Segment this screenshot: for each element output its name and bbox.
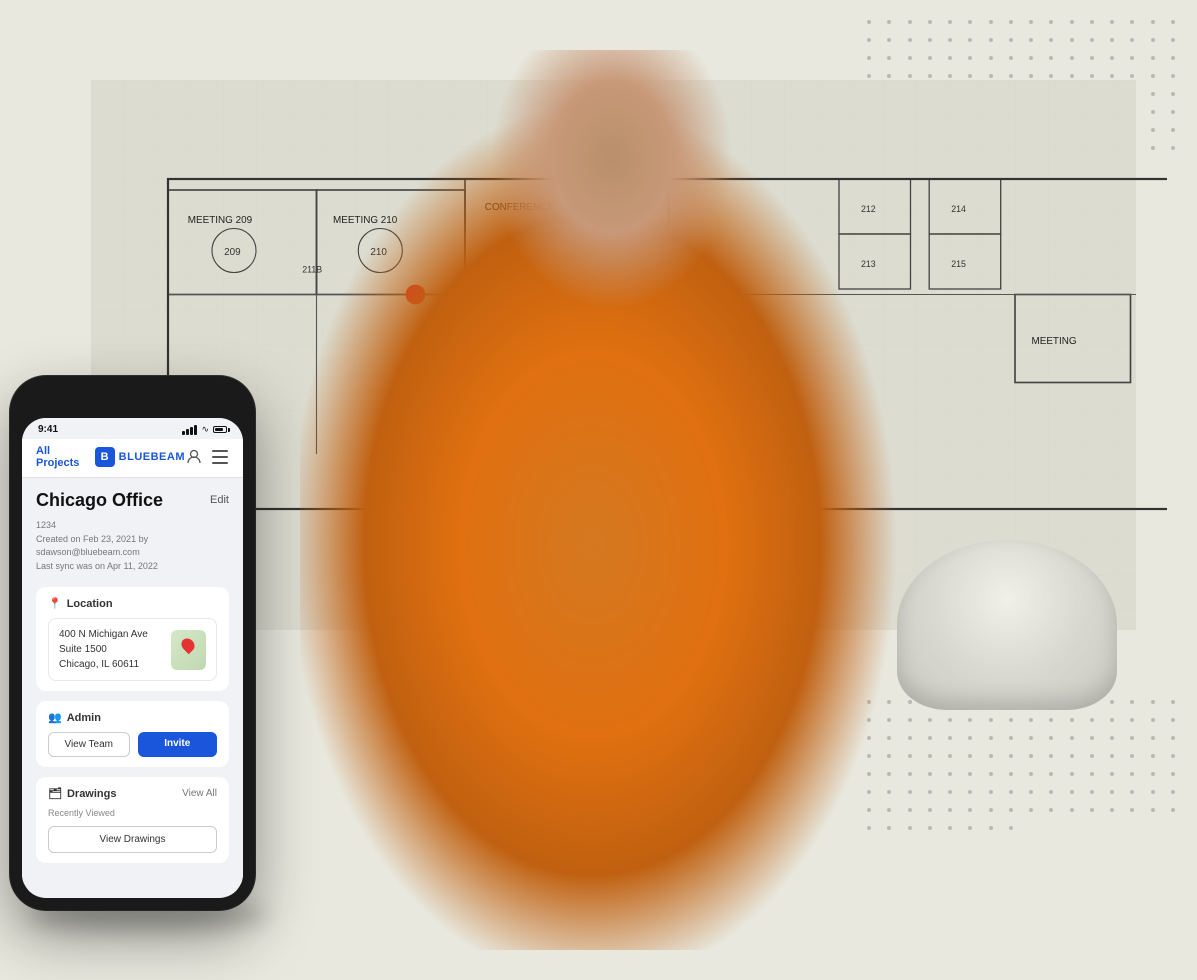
location-title: 📍 Location [48,597,113,610]
recently-viewed-label: Recently Viewed [48,808,217,818]
phone-screen: 9:41 ∿ [22,418,243,898]
edit-button[interactable]: Edit [210,494,229,506]
project-header: Chicago Office Edit [36,490,229,513]
map-thumbnail[interactable] [171,630,206,670]
hardhat [897,540,1117,710]
map-pin [179,635,197,653]
signal-icon [182,425,197,435]
svg-text:MEETING 209: MEETING 209 [188,215,253,226]
drawings-title: 🗂 Drawings [48,787,116,800]
invite-button[interactable]: Invite [138,732,218,757]
location-header: 📍 Location [48,597,217,610]
view-team-button[interactable]: View Team [48,732,130,757]
project-created: Created on Feb 23, 2021 by sdawson@blueb… [36,533,229,560]
admin-icon: 👥 [48,711,62,724]
worker-figure [300,50,950,950]
phone-notch [93,388,173,410]
address-line1: 400 N Michigan Ave Suite 1500 [59,627,171,657]
worker-area [250,0,1197,980]
bluebeam-letter: B [101,451,109,463]
location-section: 📍 Location 400 N Michigan Ave Suite 1500… [36,587,229,691]
view-all-link[interactable]: View All [182,788,217,799]
admin-header: 👥 Admin [48,711,217,724]
all-projects-link[interactable]: All Projects [36,445,95,469]
user-icon[interactable] [185,448,203,466]
phone-frame: 9:41 ∿ [10,376,255,910]
phone-mockup: 9:41 ∿ [10,376,255,910]
location-icon: 📍 [48,597,62,610]
drawings-section: 🗂 Drawings View All Recently Viewed View… [36,777,229,863]
bluebeam-icon: B [95,447,115,467]
battery-icon [213,426,227,433]
svg-text:209: 209 [224,247,241,258]
status-time: 9:41 [38,424,58,435]
app-nav[interactable]: All Projects B BLUEBEAM [22,439,243,478]
address-line2: Chicago, IL 60611 [59,657,171,672]
menu-icon[interactable] [211,448,229,466]
nav-icons [185,448,229,466]
project-title: Chicago Office [36,490,163,511]
status-bar: 9:41 ∿ [22,418,243,439]
project-meta: 1234 Created on Feb 23, 2021 by sdawson@… [36,519,229,573]
admin-title: 👥 Admin [48,711,101,724]
admin-buttons: View Team Invite [48,732,217,757]
view-drawings-button[interactable]: View Drawings [48,826,217,853]
drawings-header: 🗂 Drawings View All [48,787,217,800]
location-text: 400 N Michigan Ave Suite 1500 Chicago, I… [59,627,171,672]
project-id: 1234 [36,519,229,533]
scene: // Will be rendered via JS below MEETING… [0,0,1197,980]
admin-section: 👥 Admin View Team Invite [36,701,229,767]
bluebeam-logo: B BLUEBEAM [95,447,185,467]
wifi-icon: ∿ [201,424,209,435]
location-card[interactable]: 400 N Michigan Ave Suite 1500 Chicago, I… [48,618,217,681]
project-sync: Last sync was on Apr 11, 2022 [36,560,229,574]
status-icons: ∿ [182,424,227,435]
drawings-icon: 🗂 [48,787,62,800]
app-content: Chicago Office Edit 1234 Created on Feb … [22,478,243,885]
bluebeam-wordmark: BLUEBEAM [119,451,185,463]
